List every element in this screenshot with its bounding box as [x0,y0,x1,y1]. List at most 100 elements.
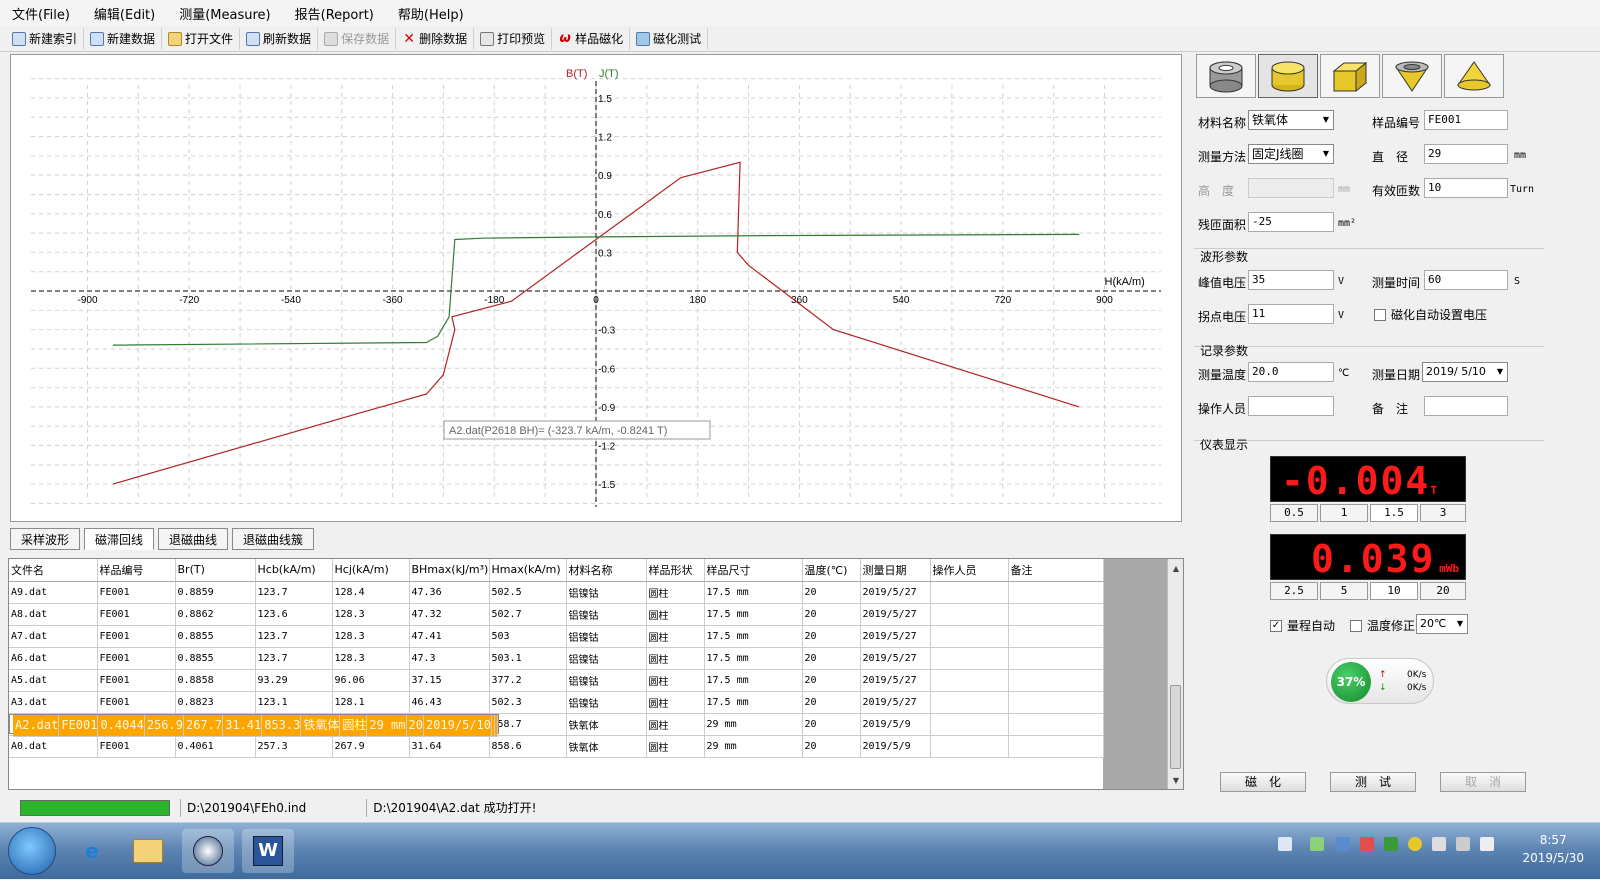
column-header[interactable]: 样品尺寸 [704,559,803,582]
temp-correction-select[interactable]: 20℃ ▼ [1416,614,1468,634]
battery-icon[interactable] [1310,837,1324,851]
measure-date-picker[interactable]: 2019/ 5/10 ▼ [1422,362,1508,382]
column-header[interactable]: Hcb(kA/m) [255,559,333,582]
table-row[interactable]: A9.dat FE001 0.8859 123.7 128.4 47.36 502.5 铝镍钴… [9,581,1104,604]
column-header[interactable]: Hmax(kA/m) [489,559,567,582]
tab-demagnetization-curve-family[interactable]: 退磁曲线簇 [232,528,315,550]
operator-field[interactable] [1248,396,1334,416]
diameter-field[interactable]: 29 [1424,144,1508,164]
table-row[interactable]: A3.dat FE001 0.8823 123.1 128.1 46.43 502.3 铝镍钴… [9,691,1104,714]
shape-cone-button[interactable] [1444,54,1504,98]
tab-demagnetization-curve[interactable]: 退磁曲线 [158,528,229,550]
refresh-data-button[interactable]: 刷新数据 [240,27,319,50]
range-button-0-5[interactable]: 0.5 [1270,504,1318,522]
menu-help[interactable]: 帮助(Help) [398,4,464,23]
area-field[interactable]: -25 [1248,212,1334,232]
menu-measure[interactable]: 测量(Measure) [179,4,270,23]
note-field[interactable] [1424,396,1508,416]
column-header[interactable]: 测量日期 [860,559,931,582]
range-button-5[interactable]: 5 [1320,582,1368,600]
volume-muted-icon[interactable] [1480,837,1494,851]
table-cell: 853.3 [261,714,302,737]
sample-id-field[interactable]: FE001 [1424,110,1508,130]
column-header[interactable]: 文件名 [9,559,98,582]
word-icon[interactable]: W [242,829,294,873]
column-header[interactable]: BHmax(kJ/m³) [409,559,490,582]
file-explorer-icon[interactable] [122,829,174,873]
magnetize-test-button[interactable]: 磁化测试 [630,27,709,50]
sample-magnetize-button[interactable]: ω 样品磁化 [552,27,631,50]
tab-hysteresis-loop[interactable]: 磁滞回线 [84,528,155,550]
column-header[interactable]: 样品编号 [97,559,176,582]
temperature-field[interactable]: 20.0 [1248,362,1334,382]
scroll-up-icon[interactable]: ▲ [1168,561,1183,577]
table-row[interactable]: A7.dat FE001 0.8855 123.7 128.3 47.41 503 铝镍钴 圆柱… [9,625,1104,648]
shape-cylinder-button[interactable] [1258,54,1318,98]
table-row[interactable]: A5.dat FE001 0.8858 93.29 96.06 37.15 377.2 铝镍钴… [9,669,1104,692]
y-tick-label: 1.2 [598,133,612,144]
update-icon[interactable] [1408,837,1422,851]
column-header[interactable]: 操作人员 [930,559,1009,582]
internet-explorer-icon[interactable]: e [66,829,118,873]
menu-file[interactable]: 文件(File) [12,4,70,23]
shape-ring-button[interactable] [1196,54,1256,98]
new-data-button[interactable]: 新建数据 [84,27,163,50]
column-header[interactable]: Br(T) [175,559,256,582]
column-header[interactable]: Hcj(kA/m) [332,559,410,582]
monitor-icon[interactable] [1432,837,1446,851]
action-center-icon[interactable] [1456,837,1470,851]
system-clock[interactable]: 8:57 2019/5/30 [1522,831,1584,867]
measure-time-field[interactable]: 60 [1424,270,1508,290]
table-row[interactable]: A2.dat FE001 0.4044 256.9 267.7 31.41 853.3 铁氧体… [9,713,499,737]
new-index-button[interactable]: 新建索引 [6,27,85,50]
security-icon[interactable] [1384,837,1398,851]
range-button-2-5[interactable]: 2.5 [1270,582,1318,600]
network-tray-icon[interactable] [1336,837,1350,851]
print-preview-button[interactable]: 打印预览 [474,27,553,50]
cancel-button[interactable]: 取 消 [1440,772,1526,792]
menu-report[interactable]: 报告(Report) [295,4,374,23]
material-select[interactable]: 铁氧体 ▼ [1248,110,1334,130]
method-select[interactable]: 固定J线圈 ▼ [1248,144,1334,164]
hysteresis-chart[interactable]: -900 -720 -540 -360 -180 0 180 360 540 720 900 1.5 1… [10,54,1182,522]
column-header[interactable]: 样品形状 [646,559,705,582]
auto-voltage-checkbox[interactable]: 磁化自动设置电压 [1374,306,1487,323]
knee-voltage-field[interactable]: 11 [1248,304,1334,324]
column-header[interactable]: 温度(℃) [802,559,861,582]
table-scrollbar[interactable]: ▲ ▼ [1167,559,1183,789]
save-data-button[interactable]: 保存数据 [318,27,397,50]
menu-edit[interactable]: 编辑(Edit) [94,4,155,23]
start-button[interactable] [8,827,56,875]
shape-block-button[interactable] [1320,54,1380,98]
shape-cone-inverted-button[interactable] [1382,54,1442,98]
range-button-1[interactable]: 1 [1320,504,1368,522]
table-cell [930,603,1009,626]
range-button-3[interactable]: 3 [1420,504,1466,522]
turns-field[interactable]: 10 [1424,178,1508,198]
table-cell: 0.8859 [175,581,256,604]
scroll-down-icon[interactable]: ▼ [1168,773,1183,789]
range-button-10[interactable]: 10 [1370,582,1418,600]
tab-sample-waveform[interactable]: 采样波形 [10,528,81,550]
open-file-button[interactable]: 打开文件 [162,27,241,50]
magnetize-button[interactable]: 磁 化 [1220,772,1306,792]
scroll-thumb[interactable] [1170,685,1181,769]
column-header[interactable]: 备注 [1008,559,1104,582]
table-row[interactable]: A6.dat FE001 0.8855 123.7 128.3 47.3 503.1 铝镍钴圆… [9,647,1104,670]
height-field[interactable] [1248,178,1334,198]
table-row[interactable]: A0.dat FE001 0.4061 257.3 267.9 31.64 858.6 铁氧体… [9,735,1104,758]
range-button-20[interactable]: 20 [1420,582,1466,600]
upload-speed: 0K/s [1407,670,1427,680]
test-button[interactable]: 测 试 [1330,772,1416,792]
range-button-1-5[interactable]: 1.5 [1370,504,1418,522]
delete-data-button[interactable]: ✕ 删除数据 [396,27,475,50]
column-header[interactable]: 材料名称 [566,559,647,582]
peak-voltage-field[interactable]: 35 [1248,270,1334,290]
auto-range-checkbox[interactable]: ✓ 量程自动 [1270,617,1335,634]
app-icon[interactable] [182,829,234,873]
network-speed-widget[interactable]: 37% ↑ ↓ 0K/s 0K/s [1326,658,1434,704]
temp-correction-checkbox[interactable]: 温度修正 [1350,617,1415,634]
table-row[interactable]: A8.dat FE001 0.8862 123.6 128.3 47.32 502.7 铝镍钴… [9,603,1104,626]
tray-app-icon[interactable] [1360,837,1374,851]
keyboard-icon[interactable] [1278,837,1292,851]
